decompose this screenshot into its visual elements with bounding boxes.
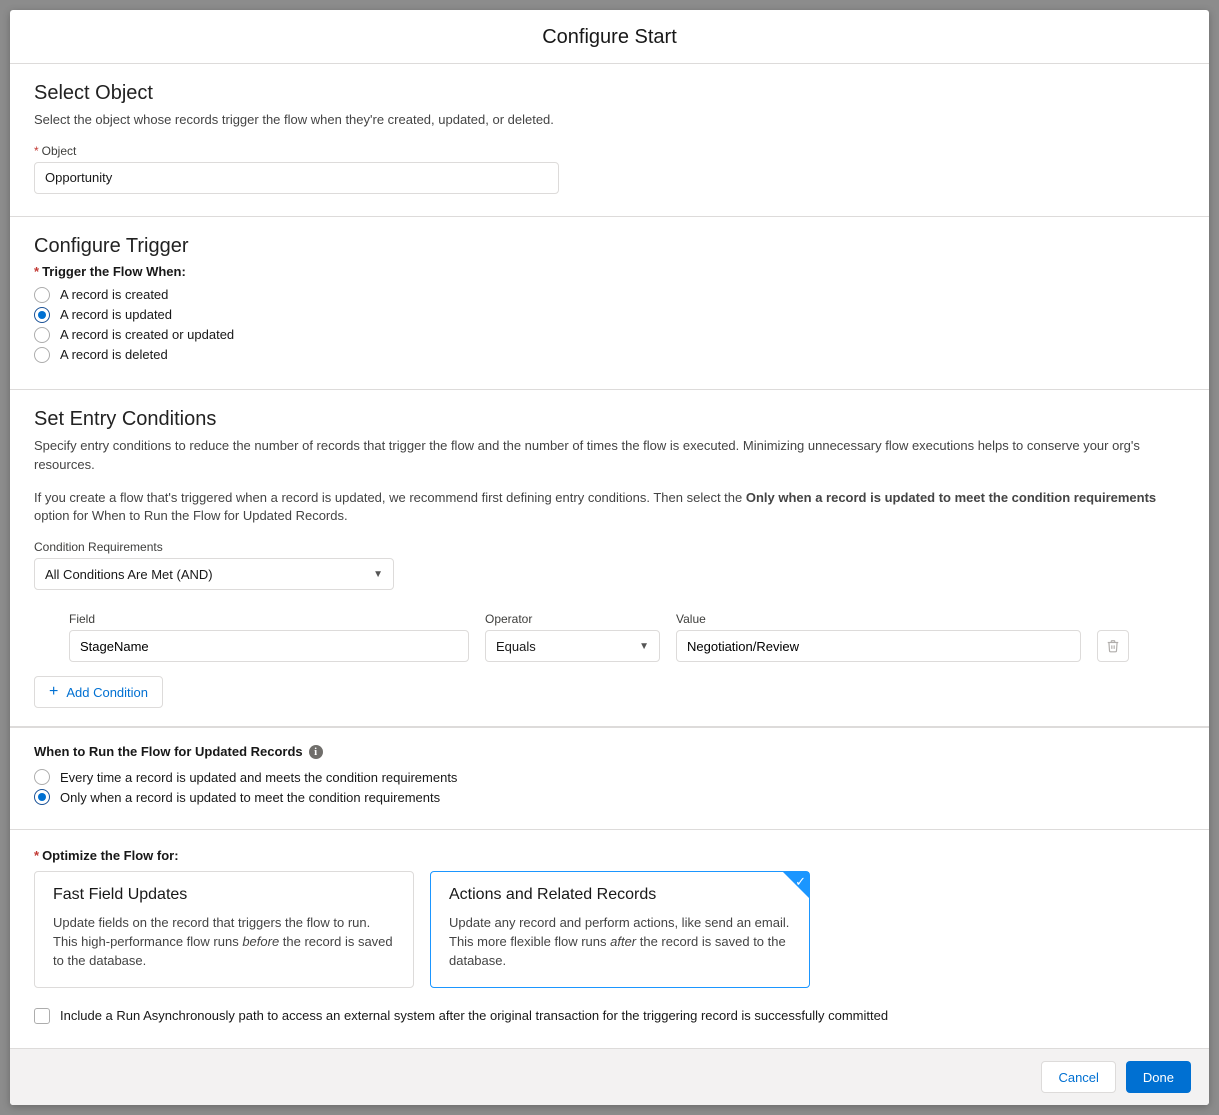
async-checkbox-row[interactable]: Include a Run Asynchronously path to acc… <box>34 1008 1185 1024</box>
info-icon[interactable]: i <box>309 745 323 759</box>
cancel-button[interactable]: Cancel <box>1041 1061 1115 1093</box>
text-fragment: option for When to Run the Flow for Upda… <box>34 508 348 523</box>
cond-operator-label: Operator <box>485 612 660 626</box>
add-condition-button[interactable]: + Add Condition <box>34 676 163 708</box>
modal-footer: Cancel Done <box>10 1048 1209 1105</box>
trigger-option-updated[interactable]: A record is updated <box>34 307 1185 323</box>
optimize-card-title: Actions and Related Records <box>449 886 791 904</box>
when-to-run-title: When to Run the Flow for Updated Records <box>34 744 303 759</box>
optimize-card-desc: Update any record and perform actions, l… <box>449 914 791 971</box>
cond-operator-value: Equals <box>496 639 536 654</box>
entry-conditions-help1: Specify entry conditions to reduce the n… <box>34 437 1185 475</box>
condition-row: Field Operator Equals ▼ Value <box>34 612 1185 662</box>
entry-conditions-title: Set Entry Conditions <box>34 408 1185 431</box>
cond-req-label: Condition Requirements <box>34 540 1185 554</box>
optimize-card-actions[interactable]: ✓ Actions and Related Records Update any… <box>430 871 810 988</box>
cond-value-label: Value <box>676 612 1081 626</box>
optimize-title: Optimize the Flow for: <box>34 848 1185 863</box>
radio-label: Every time a record is updated and meets… <box>60 770 457 785</box>
select-object-help: Select the object whose records trigger … <box>34 111 1185 130</box>
radio-label: A record is created or updated <box>60 327 234 342</box>
text-fragment-italic: after <box>610 934 636 949</box>
radio-icon <box>34 769 50 785</box>
text-fragment: If you create a flow that's triggered wh… <box>34 490 746 505</box>
object-label: Object <box>34 144 1185 158</box>
entry-conditions-section: Set Entry Conditions Specify entry condi… <box>10 390 1209 727</box>
entry-conditions-help2: If you create a flow that's triggered wh… <box>34 489 1185 527</box>
optimize-card-desc: Update fields on the record that trigger… <box>53 914 395 971</box>
cond-value-input[interactable] <box>676 630 1081 662</box>
radio-icon <box>34 307 50 323</box>
trigger-option-created[interactable]: A record is created <box>34 287 1185 303</box>
plus-icon: + <box>49 684 58 700</box>
radio-label: A record is updated <box>60 307 172 322</box>
when-to-run-section: When to Run the Flow for Updated Records… <box>10 727 1209 829</box>
radio-icon <box>34 327 50 343</box>
configure-start-modal: Configure Start Select Object Select the… <box>10 10 1209 1105</box>
cond-field-input[interactable] <box>69 630 469 662</box>
radio-icon <box>34 789 50 805</box>
radio-label: Only when a record is updated to meet th… <box>60 790 440 805</box>
select-object-title: Select Object <box>34 82 1185 105</box>
chevron-down-icon: ▼ <box>373 569 383 580</box>
delete-condition-button[interactable] <box>1097 630 1129 662</box>
check-icon: ✓ <box>795 874 806 890</box>
modal-body: Select Object Select the object whose re… <box>10 64 1209 1048</box>
when-option-every[interactable]: Every time a record is updated and meets… <box>34 769 1185 785</box>
optimize-card-title: Fast Field Updates <box>53 886 395 904</box>
trigger-option-created-or-updated[interactable]: A record is created or updated <box>34 327 1185 343</box>
trigger-label: Trigger the Flow When: <box>34 264 1185 279</box>
optimize-section: Optimize the Flow for: Fast Field Update… <box>10 829 1209 1046</box>
radio-label: A record is created <box>60 287 168 302</box>
when-option-only[interactable]: Only when a record is updated to meet th… <box>34 789 1185 805</box>
radio-icon <box>34 287 50 303</box>
cond-operator-combobox[interactable]: Equals ▼ <box>485 630 660 662</box>
done-button[interactable]: Done <box>1126 1061 1191 1093</box>
select-object-section: Select Object Select the object whose re… <box>10 64 1209 217</box>
cond-req-value: All Conditions Are Met (AND) <box>45 567 213 582</box>
modal-title: Configure Start <box>10 10 1209 64</box>
cond-field-label: Field <box>69 612 469 626</box>
optimize-card-fast[interactable]: Fast Field Updates Update fields on the … <box>34 871 414 988</box>
trigger-radio-group: A record is created A record is updated … <box>34 287 1185 363</box>
object-input[interactable] <box>34 162 559 194</box>
chevron-down-icon: ▼ <box>639 641 649 652</box>
checkbox-icon <box>34 1008 50 1024</box>
async-label: Include a Run Asynchronously path to acc… <box>60 1008 888 1023</box>
add-condition-label: Add Condition <box>66 685 148 700</box>
text-fragment-bold: Only when a record is updated to meet th… <box>746 490 1156 505</box>
radio-icon <box>34 347 50 363</box>
configure-trigger-section: Configure Trigger Trigger the Flow When:… <box>10 217 1209 390</box>
text-fragment-italic: before <box>242 934 279 949</box>
trigger-option-deleted[interactable]: A record is deleted <box>34 347 1185 363</box>
configure-trigger-title: Configure Trigger <box>34 235 1185 258</box>
trash-icon <box>1106 639 1120 653</box>
radio-label: A record is deleted <box>60 347 168 362</box>
cond-req-combobox[interactable]: All Conditions Are Met (AND) ▼ <box>34 558 394 590</box>
